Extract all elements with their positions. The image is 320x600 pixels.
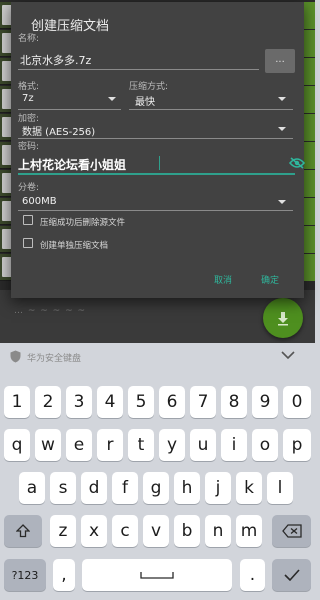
chevron-down-icon xyxy=(108,97,116,101)
shift-key[interactable] xyxy=(4,515,42,547)
checkmark-icon xyxy=(283,569,300,581)
symbols-key[interactable]: ?123 xyxy=(4,559,46,591)
key-u[interactable]: u xyxy=(190,429,216,461)
method-underline xyxy=(129,109,293,110)
key-n[interactable]: n xyxy=(205,515,231,547)
key-1[interactable]: 1 xyxy=(4,386,30,418)
archive-name-input[interactable]: 北京水多多.7z xyxy=(20,52,91,68)
separate-archive-checkbox[interactable] xyxy=(23,238,33,248)
space-icon xyxy=(140,572,174,579)
period-key[interactable]: . xyxy=(240,559,265,591)
key-s[interactable]: s xyxy=(50,472,76,504)
method-label: 压缩方式: xyxy=(129,82,169,92)
format-underline xyxy=(18,109,121,110)
keyboard-brand-label: 华为安全键盘 xyxy=(27,354,82,364)
key-9[interactable]: 9 xyxy=(252,386,278,418)
delete-source-checkbox[interactable] xyxy=(23,215,33,225)
create-archive-dialog: 创建压缩文档 名称: 北京水多多.7z ... 格式: 7z 压缩方式: 最快 … xyxy=(11,2,305,298)
key-j[interactable]: j xyxy=(205,472,231,504)
key-h[interactable]: h xyxy=(174,472,200,504)
visibility-off-icon[interactable] xyxy=(289,157,305,169)
key-0[interactable]: 0 xyxy=(283,386,311,418)
key-y[interactable]: y xyxy=(159,429,185,461)
split-underline xyxy=(18,210,293,211)
key-r[interactable]: r xyxy=(97,429,123,461)
method-select[interactable]: 最快 xyxy=(135,93,155,108)
shift-icon xyxy=(16,524,30,538)
chevron-down-icon xyxy=(278,200,286,204)
text-cursor xyxy=(159,156,160,170)
name-underline xyxy=(18,69,259,70)
backspace-key[interactable] xyxy=(272,515,311,547)
key-b[interactable]: b xyxy=(174,515,200,547)
ok-button[interactable]: 确定 xyxy=(261,273,279,286)
key-q[interactable]: q xyxy=(4,429,30,461)
enter-key[interactable] xyxy=(272,559,311,591)
key-t[interactable]: t xyxy=(128,429,154,461)
key-7[interactable]: 7 xyxy=(190,386,216,418)
separate-archive-label: 创建单独压缩文档 xyxy=(40,241,109,251)
key-c[interactable]: c xyxy=(112,515,138,547)
more-label: ... xyxy=(275,53,285,65)
shield-icon xyxy=(10,350,21,363)
key-x[interactable]: x xyxy=(81,515,107,547)
encryption-select[interactable]: 数据 (AES-256) xyxy=(22,123,95,138)
password-input[interactable]: 上村花论坛看小姐姐 xyxy=(18,156,126,173)
key-i[interactable]: i xyxy=(221,429,247,461)
space-key[interactable] xyxy=(82,559,232,591)
encryption-underline xyxy=(18,138,293,139)
key-2[interactable]: 2 xyxy=(35,386,61,418)
chevron-down-icon xyxy=(278,127,286,131)
password-label: 密码: xyxy=(18,142,40,152)
key-6[interactable]: 6 xyxy=(159,386,185,418)
format-select[interactable]: 7z xyxy=(22,93,34,104)
key-p[interactable]: p xyxy=(283,429,311,461)
backspace-icon xyxy=(281,524,302,538)
chevron-down-icon[interactable] xyxy=(281,351,295,360)
list-item-label: … ~ ~ ~ ~ ~ xyxy=(14,306,87,316)
key-l[interactable]: l xyxy=(267,472,293,504)
key-w[interactable]: w xyxy=(35,429,61,461)
key-g[interactable]: g xyxy=(143,472,169,504)
split-label: 分卷: xyxy=(18,183,40,193)
delete-source-label: 压缩成功后删除源文件 xyxy=(40,218,126,228)
password-underline xyxy=(18,173,295,175)
key-5[interactable]: 5 xyxy=(128,386,154,418)
name-label: 名称: xyxy=(18,34,40,44)
split-select[interactable]: 600MB xyxy=(22,196,57,207)
key-o[interactable]: o xyxy=(252,429,278,461)
key-f[interactable]: f xyxy=(112,472,138,504)
key-4[interactable]: 4 xyxy=(97,386,123,418)
key-z[interactable]: z xyxy=(50,515,76,547)
key-v[interactable]: v xyxy=(143,515,169,547)
key-d[interactable]: d xyxy=(81,472,107,504)
comma-key[interactable]: , xyxy=(53,559,75,591)
cancel-button[interactable]: 取消 xyxy=(214,273,232,286)
dialog-title: 创建压缩文档 xyxy=(31,19,110,34)
key-8[interactable]: 8 xyxy=(221,386,247,418)
key-m[interactable]: m xyxy=(236,515,262,547)
key-3[interactable]: 3 xyxy=(66,386,92,418)
format-label: 格式: xyxy=(18,82,40,92)
key-a[interactable]: a xyxy=(19,472,45,504)
chevron-down-icon xyxy=(278,97,286,101)
key-e[interactable]: e xyxy=(66,429,92,461)
download-icon xyxy=(278,312,288,326)
soft-keyboard: 华为安全键盘 1 2 3 4 5 6 7 8 9 0 q w e r t y u… xyxy=(0,343,315,600)
key-k[interactable]: k xyxy=(236,472,262,504)
keyboard-toolbar: 华为安全键盘 xyxy=(0,343,315,370)
browse-button[interactable]: ... xyxy=(265,49,295,73)
download-fab-button[interactable] xyxy=(263,298,303,338)
